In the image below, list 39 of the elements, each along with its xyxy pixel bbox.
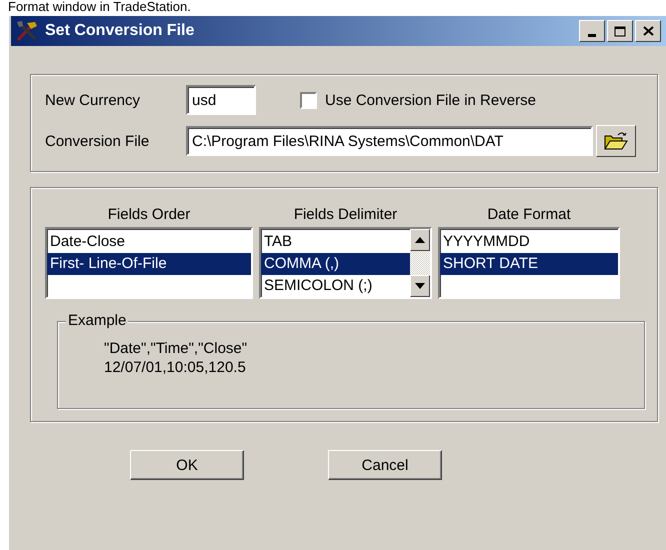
scroll-up-button[interactable]: [410, 229, 430, 251]
list-item[interactable]: YYYYMMDD: [440, 231, 618, 253]
folder-icon: [604, 131, 628, 151]
list-heading: Fields Delimiter: [294, 206, 398, 223]
list-item[interactable]: COMMA (,): [261, 253, 410, 275]
list-heading: Date Format: [487, 206, 571, 223]
close-icon: [642, 26, 654, 36]
scroll-down-button[interactable]: [410, 275, 430, 297]
list-item[interactable]: SEMICOLON (;): [261, 275, 410, 297]
list-heading: Fields Order: [108, 206, 190, 223]
close-button[interactable]: [635, 20, 661, 42]
example-line: "Date","Time","Close": [104, 340, 248, 357]
window-title: Set Conversion File: [45, 22, 196, 40]
file-path-field[interactable]: C:\Program Files\RINA Systems\Common\DAT: [186, 126, 593, 156]
cancel-button[interactable]: Cancel: [328, 450, 442, 480]
currency-label: New Currency: [45, 92, 142, 108]
example-legend: Example: [66, 312, 128, 329]
tools-icon: [15, 20, 39, 42]
ok-button[interactable]: OK: [130, 450, 244, 480]
minimize-icon: [588, 34, 596, 36]
down-arrow-icon: [415, 283, 425, 289]
browse-button[interactable]: [596, 125, 636, 157]
example-line: 12/07/01,10:05,120.5: [104, 359, 247, 376]
file-label: Conversion File: [45, 132, 150, 150]
up-arrow-icon: [415, 237, 425, 243]
list-item[interactable]: TAB: [261, 231, 410, 253]
list-item[interactable]: Date-Close: [47, 231, 251, 253]
maximize-icon: [614, 26, 626, 36]
list-item[interactable]: First- Line-Of-File: [47, 253, 251, 275]
reverse-label: Use Conversion File in Reverse: [325, 92, 536, 108]
list-box[interactable]: YYYYMMDD SHORT DATE: [438, 227, 620, 299]
maximize-button[interactable]: [607, 20, 633, 42]
minimize-button[interactable]: [579, 20, 605, 42]
currency-field[interactable]: usd: [186, 85, 256, 115]
list-item[interactable]: SHORT DATE: [440, 253, 618, 275]
page-caption: Format window in TradeStation.: [7, 0, 192, 14]
reverse-checkbox[interactable]: [300, 92, 317, 108]
list-box[interactable]: Date-Close First- Line-Of-File: [45, 227, 253, 299]
list-box[interactable]: TAB COMMA (,) SEMICOLON (;): [259, 227, 432, 299]
